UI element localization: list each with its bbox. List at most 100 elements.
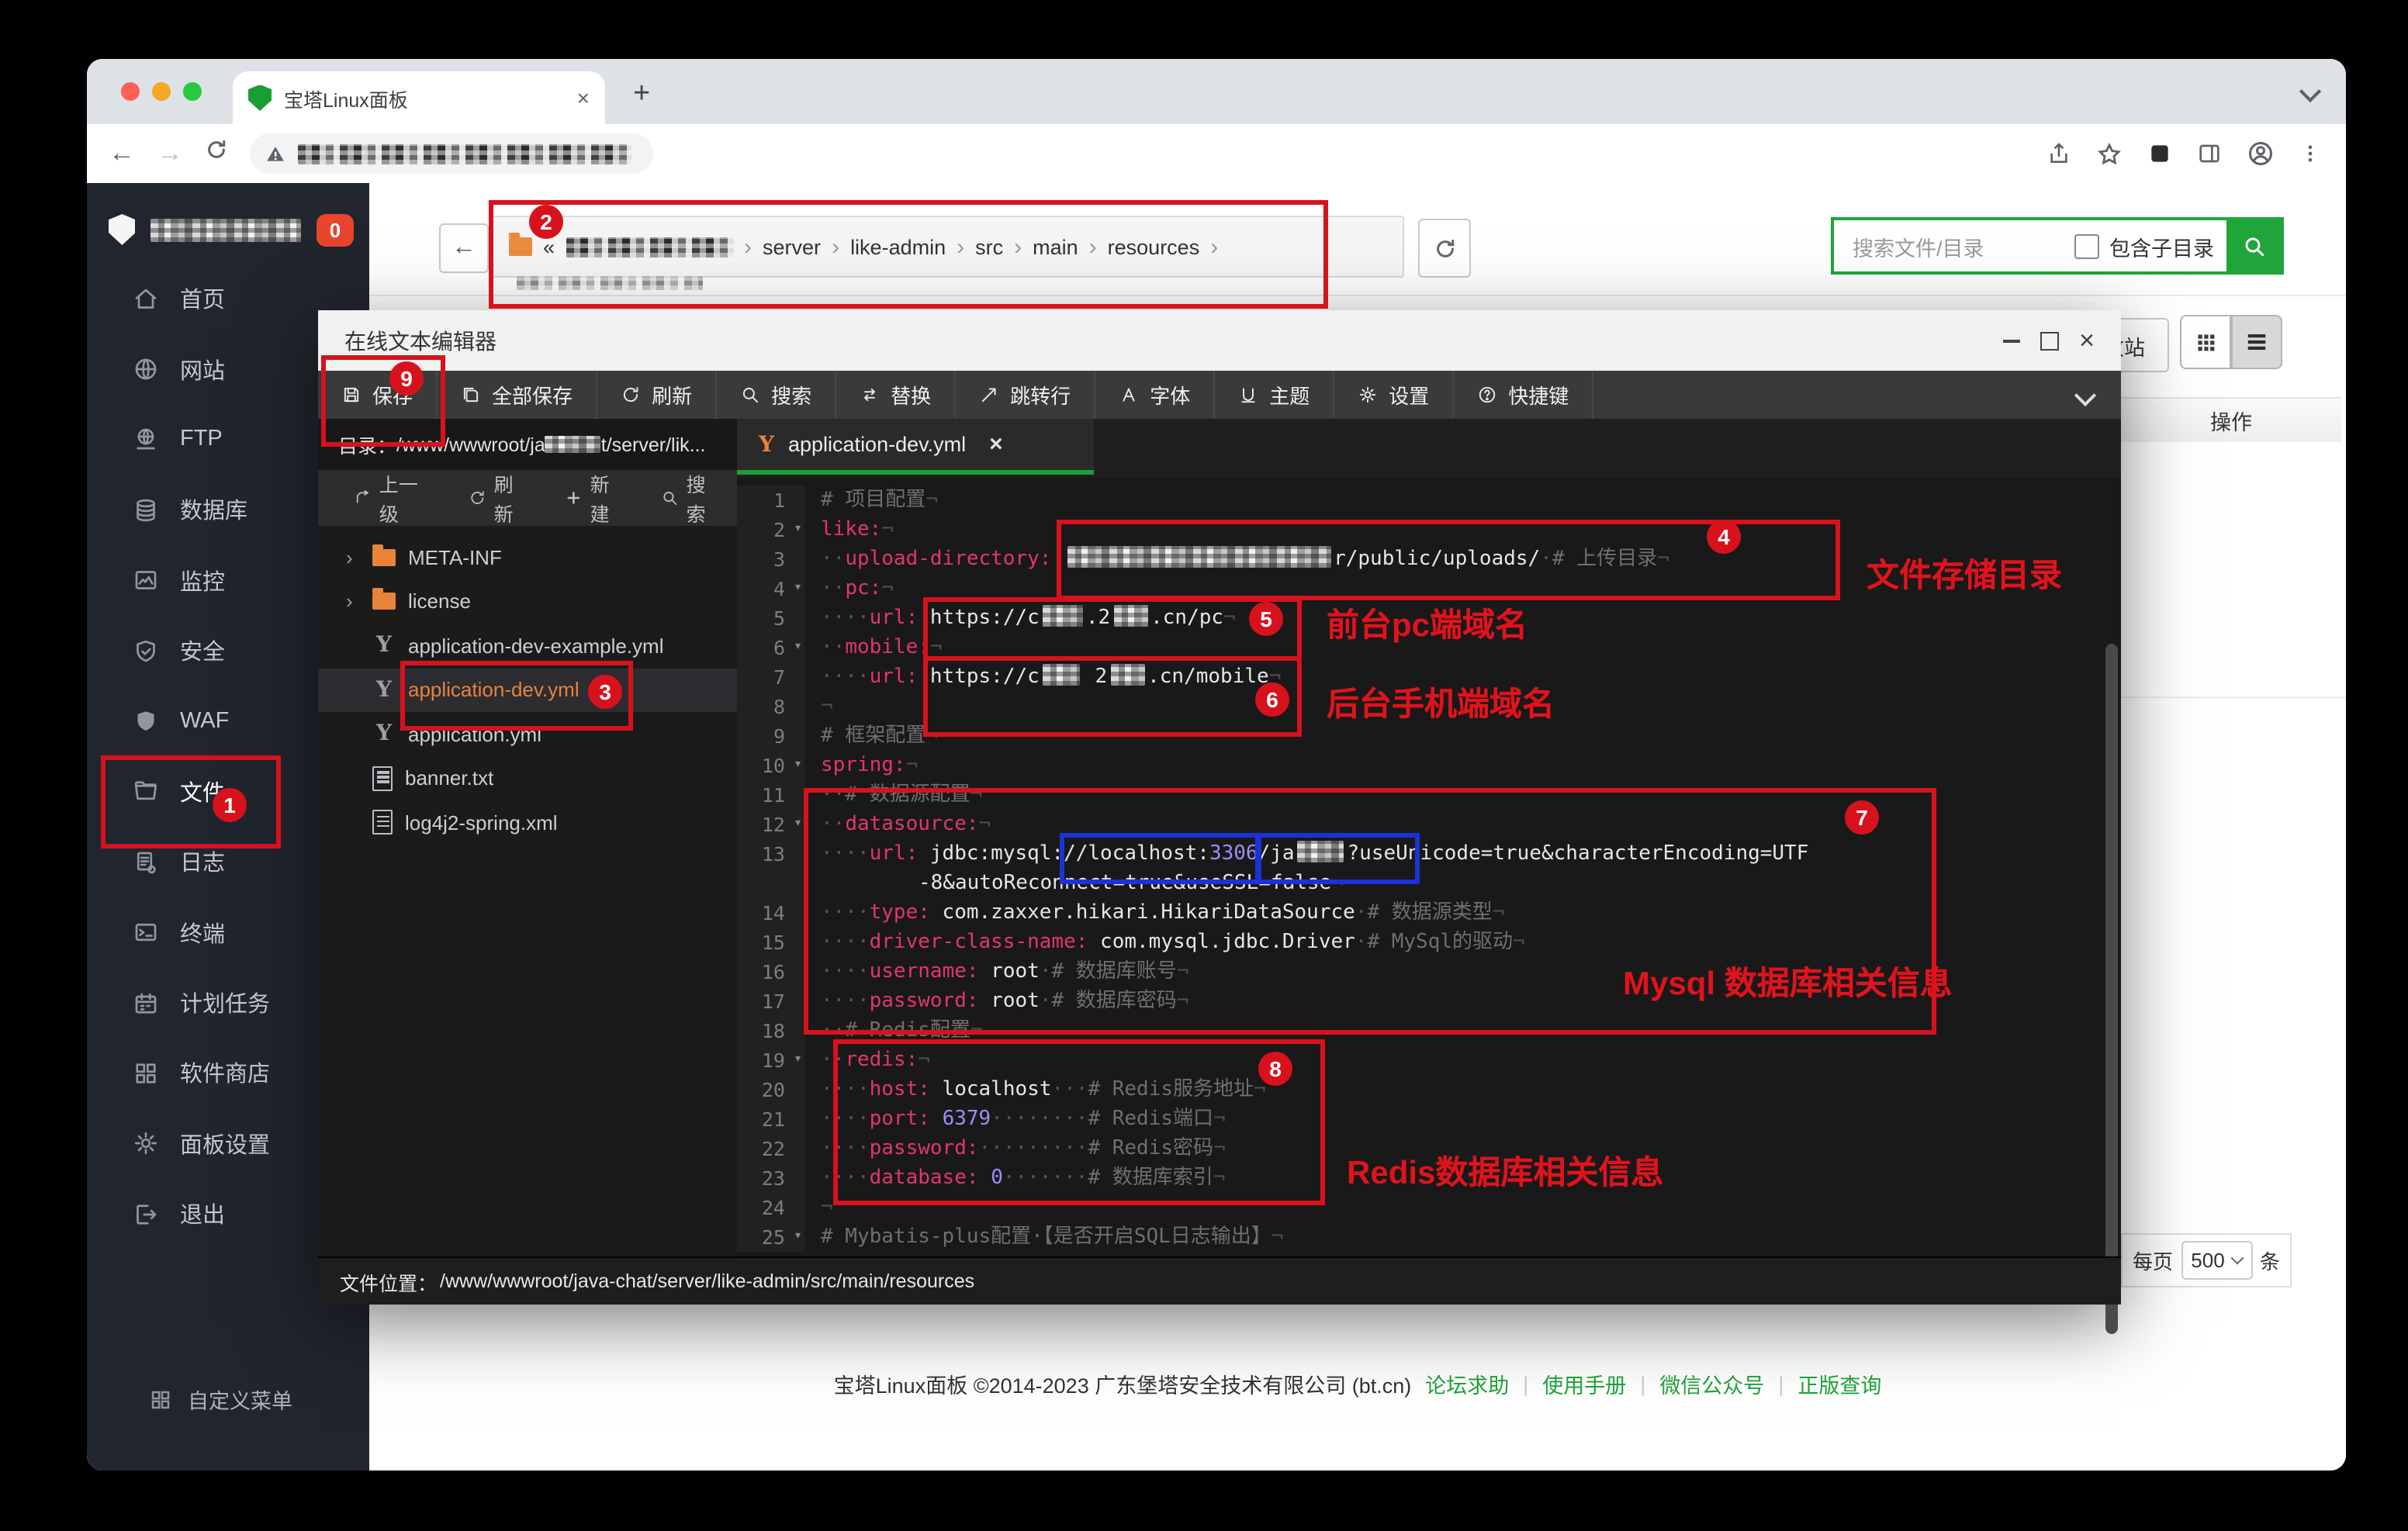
chevron-right-icon[interactable]: › bbox=[346, 590, 360, 613]
tab-close-icon[interactable]: × bbox=[577, 85, 590, 110]
editor-tab-active[interactable]: Y application-dev.yml × bbox=[737, 419, 1094, 475]
editor-toolbar-goto-button[interactable]: 跳转行 bbox=[956, 371, 1095, 419]
fold-arrow-icon[interactable]: ▾ bbox=[794, 515, 802, 544]
forward-icon[interactable]: → bbox=[157, 138, 183, 169]
new-tab-button[interactable]: + bbox=[633, 78, 650, 112]
code-line-content: ¬ bbox=[805, 692, 833, 721]
line-number: 19▾ bbox=[737, 1045, 805, 1075]
tree-toolbar-refresh-button[interactable]: 刷新 bbox=[455, 468, 545, 527]
traffic-light-close-icon[interactable] bbox=[121, 82, 140, 101]
extension-icon[interactable] bbox=[2147, 141, 2172, 166]
line-number: 4▾ bbox=[737, 574, 805, 603]
footer-link[interactable]: 微信公众号 bbox=[1659, 1368, 1764, 1399]
gear-icon bbox=[132, 1130, 160, 1158]
editor-scrollbar[interactable] bbox=[2105, 644, 2118, 1334]
fold-arrow-icon[interactable]: ▾ bbox=[794, 810, 802, 839]
page-size-select[interactable]: 500 bbox=[2181, 1241, 2252, 1280]
reload-icon[interactable] bbox=[205, 138, 228, 169]
tree-toolbar-uplevel-button[interactable]: 上一级 bbox=[340, 468, 448, 527]
footer-separator: | bbox=[1523, 1372, 1528, 1395]
code-line-content: like:¬ bbox=[805, 515, 894, 544]
code-token: ¬ bbox=[925, 489, 938, 512]
sidebar-item-label: 安全 bbox=[180, 634, 225, 667]
editor-toolbar-theme-button[interactable]: 主题 bbox=[1215, 371, 1334, 419]
tree-toolbar-label: 上一级 bbox=[379, 468, 434, 527]
traffic-light-minimize-icon[interactable] bbox=[152, 82, 171, 101]
message-count-badge[interactable]: 0 bbox=[317, 213, 354, 246]
tree-item[interactable]: banner.txt bbox=[318, 756, 737, 800]
footer-link[interactable]: 使用手册 bbox=[1542, 1368, 1626, 1399]
annotation-label-mobile: 后台手机端域名 bbox=[1327, 679, 1555, 726]
editor-toolbar-help-button[interactable]: 快捷键 bbox=[1454, 371, 1593, 419]
annotation-badge: 1 bbox=[213, 788, 247, 822]
footer-link[interactable]: 正版查询 bbox=[1797, 1368, 1881, 1399]
sidebar-toggle-icon[interactable] bbox=[2197, 141, 2222, 166]
editor-toolbar-gear-button[interactable]: 设置 bbox=[1334, 371, 1454, 419]
toolbar-button-label: 快捷键 bbox=[1508, 380, 1569, 410]
line-number: 20 bbox=[737, 1075, 805, 1104]
sidebar-item-label: 计划任务 bbox=[180, 987, 270, 1019]
tree-item[interactable]: log4j2-spring.xml bbox=[318, 800, 737, 845]
fm-search-button[interactable] bbox=[2226, 220, 2281, 271]
tab-search-chevron-icon[interactable] bbox=[2302, 84, 2318, 99]
toolbar-expand-chevron-icon[interactable] bbox=[2078, 371, 2093, 419]
tree-toolbar-plus-button[interactable]: 新建 bbox=[551, 468, 641, 527]
table-row[interactable] bbox=[2121, 442, 2346, 507]
tree-toolbar-search-button[interactable]: 搜索 bbox=[647, 468, 737, 527]
table-row[interactable] bbox=[2121, 506, 2346, 571]
editor-toolbar-replace-button[interactable]: 替换 bbox=[836, 371, 956, 419]
fold-arrow-icon[interactable]: ▾ bbox=[794, 574, 802, 603]
help-icon bbox=[1477, 385, 1497, 405]
include-subdir-checkbox[interactable] bbox=[2074, 233, 2098, 258]
editor-toolbar-saveall-button[interactable]: 全部保存 bbox=[438, 371, 597, 419]
chevron-right-icon[interactable]: › bbox=[346, 546, 360, 569]
editor-toolbar-font-button[interactable]: 字体 bbox=[1095, 371, 1215, 419]
censored-url bbox=[298, 143, 631, 164]
browser-tab[interactable]: 宝塔Linux面板 × bbox=[233, 71, 605, 124]
back-icon[interactable]: ← bbox=[109, 138, 135, 169]
table-row[interactable] bbox=[2121, 633, 2346, 698]
editor-toolbar-search-button[interactable]: 搜索 bbox=[717, 371, 836, 419]
bookmark-star-icon[interactable] bbox=[2096, 140, 2123, 167]
share-icon[interactable] bbox=[2046, 141, 2071, 166]
modal-close-icon[interactable]: × bbox=[2079, 327, 2095, 354]
fm-search-input[interactable]: 搜索文件/目录 bbox=[1853, 230, 2074, 261]
fm-back-button[interactable]: ← bbox=[439, 223, 489, 273]
fold-arrow-icon[interactable]: ▾ bbox=[794, 633, 802, 662]
sidebar-logo: 0 bbox=[87, 192, 369, 267]
fold-arrow-icon[interactable]: ▾ bbox=[794, 1045, 802, 1075]
list-view-toggle[interactable] bbox=[2231, 315, 2282, 369]
traffic-light-zoom-icon[interactable] bbox=[183, 82, 202, 101]
tree-toolbar-label: 新建 bbox=[590, 468, 627, 527]
fold-arrow-icon[interactable]: ▾ bbox=[794, 751, 802, 780]
fm-table-header-actions: 操作 bbox=[2121, 397, 2341, 444]
editor-toolbar-refresh-button[interactable]: 刷新 bbox=[597, 371, 717, 419]
code-line-content: # 框架配置¬ bbox=[805, 721, 938, 751]
grid-view-toggle[interactable] bbox=[2180, 315, 2231, 369]
folder-icon bbox=[372, 549, 396, 566]
tree-item[interactable]: ›license bbox=[318, 579, 737, 624]
footer-link[interactable]: 论坛求助 bbox=[1425, 1368, 1509, 1399]
file-location-label: 文件位置： bbox=[340, 1267, 437, 1296]
modal-minimize-icon[interactable] bbox=[2003, 339, 2020, 342]
yaml-file-icon: Y bbox=[372, 722, 396, 747]
table-row[interactable] bbox=[2121, 569, 2346, 634]
fm-search-bar: 搜索文件/目录 包含子目录 bbox=[1831, 217, 2284, 275]
code-token: upload-directory: bbox=[845, 548, 1051, 571]
sidebar-item-label: 监控 bbox=[180, 565, 225, 597]
modal-maximize-icon[interactable] bbox=[2040, 331, 2059, 350]
browser-menu-icon[interactable] bbox=[2299, 143, 2321, 164]
tree-item[interactable]: ›META-INF bbox=[318, 535, 737, 579]
fm-refresh-button[interactable] bbox=[1418, 219, 1471, 278]
page-size-value: 500 bbox=[2191, 1249, 2224, 1272]
uplevel-icon bbox=[354, 489, 372, 507]
editor-toolbar: 保存全部保存刷新搜索替换跳转行字体主题设置快捷键 bbox=[318, 371, 2121, 419]
address-bar[interactable] bbox=[250, 133, 653, 174]
yaml-file-icon: Y bbox=[759, 432, 774, 457]
font-icon bbox=[1119, 385, 1139, 405]
fold-arrow-icon[interactable]: ▾ bbox=[794, 1222, 802, 1252]
editor-tab-close-icon[interactable]: × bbox=[989, 431, 1003, 458]
tree-item-name: application-dev-example.yml bbox=[408, 634, 664, 658]
sidebar-item-custom-menu[interactable]: 自定义菜单 bbox=[87, 1384, 369, 1415]
profile-avatar-icon[interactable] bbox=[2247, 140, 2275, 168]
